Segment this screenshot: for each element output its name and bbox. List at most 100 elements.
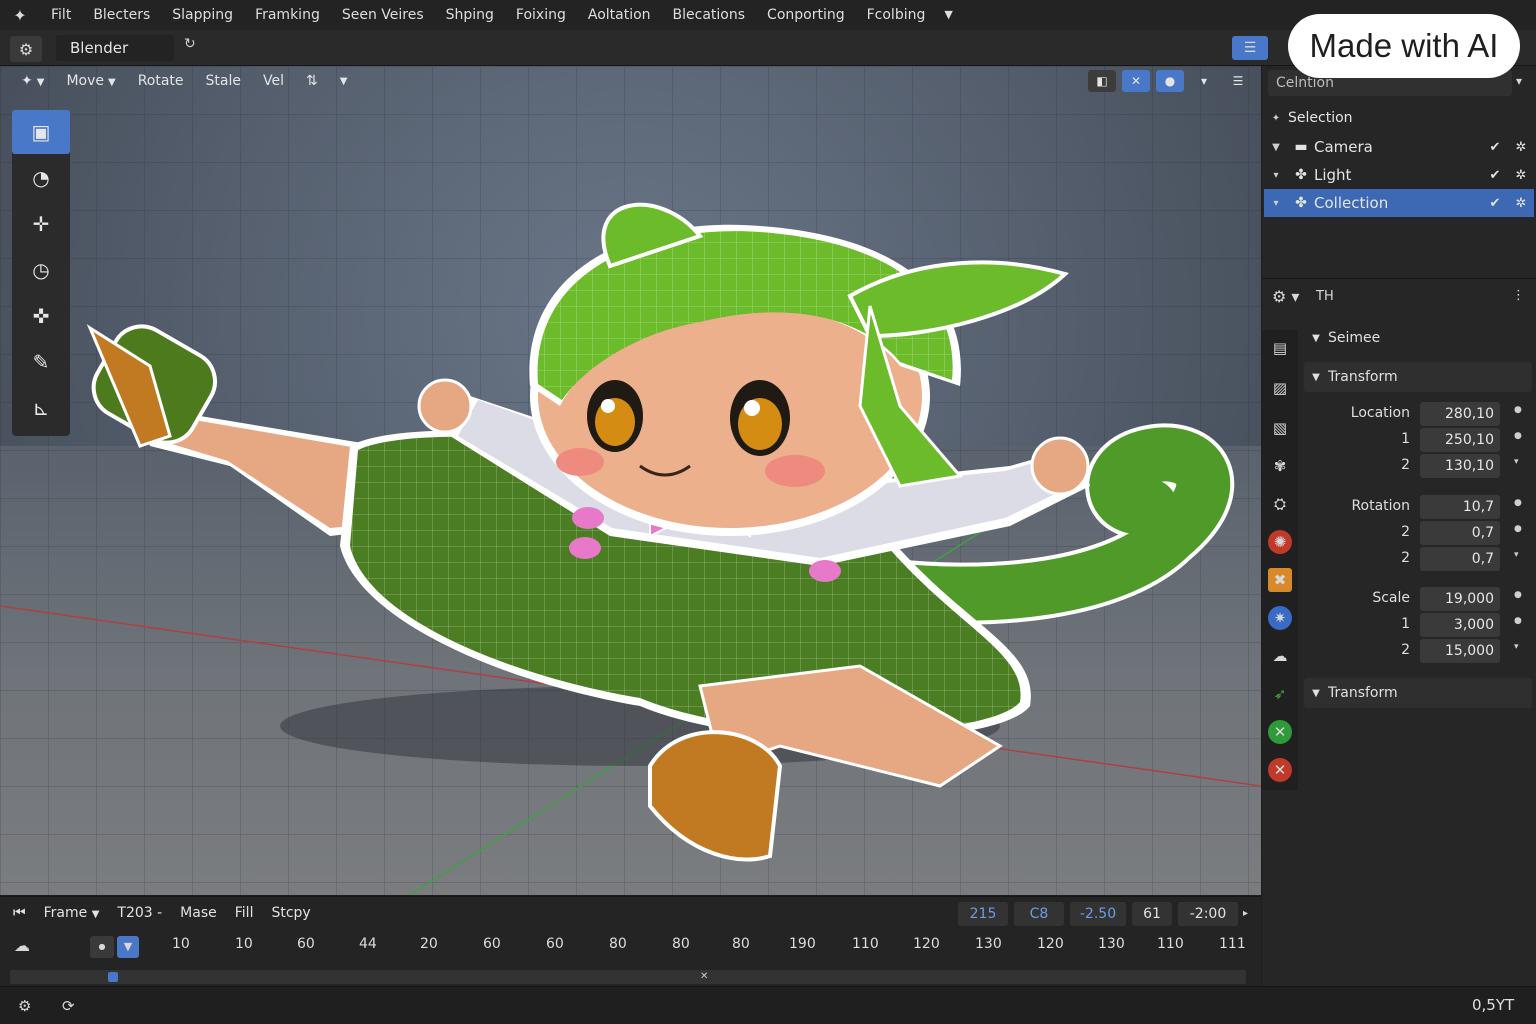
fps-field[interactable]: -2:00 — [1178, 902, 1238, 926]
output-tab-icon[interactable]: ▧ — [1268, 416, 1292, 440]
rotate-tool-icon[interactable]: ◷ — [12, 248, 70, 292]
end-frame-field[interactable]: -2.50 — [1070, 902, 1126, 926]
menu-item-fcolbing[interactable]: Fcolbing — [856, 0, 937, 30]
mode-select-icon[interactable]: ✦ ▼ — [10, 73, 55, 89]
solid-shading-icon[interactable]: ● — [1156, 70, 1184, 92]
status-settings-icon[interactable]: ⚙ — [18, 997, 31, 1015]
menu-item-foixing[interactable]: Foixing — [505, 0, 577, 30]
location-y-field[interactable]: 250,10 — [1420, 428, 1500, 452]
menu-more-icon[interactable]: ▼ — [936, 0, 960, 30]
keyframe-icon[interactable]: ● — [1514, 616, 1522, 626]
properties-editor-icon[interactable]: ⚙ ▾ — [1272, 287, 1299, 306]
move-tool-icon[interactable]: ✛ — [12, 202, 70, 246]
world-tab-icon[interactable]: ✺ — [1268, 530, 1292, 554]
timeline-editor-icon[interactable]: ⏮ — [4, 905, 35, 921]
constraints-tab-icon[interactable]: ✕ — [1268, 720, 1292, 744]
properties-options-icon[interactable]: ⋮ — [1512, 288, 1525, 303]
menu-item-seen-veires[interactable]: Seen Veires — [331, 0, 435, 30]
visibility-check-icon[interactable]: ✔ — [1482, 168, 1508, 183]
expand-arrow-icon[interactable]: ▼ — [1264, 142, 1288, 153]
measure-tool-icon[interactable]: ⊾ — [12, 386, 70, 430]
playback-icon[interactable]: ☁ — [14, 936, 30, 955]
keyframe-icon[interactable]: ▾ — [1514, 457, 1519, 467]
render-tab-icon[interactable]: ▨ — [1268, 376, 1292, 400]
app-name-field[interactable]: Blender — [56, 35, 174, 61]
refresh-icon[interactable]: ↻ — [184, 36, 196, 52]
timeline-menu-fill[interactable]: Fill — [226, 905, 263, 921]
blender-logo-icon[interactable]: ✦ — [0, 0, 40, 30]
shading-dropdown-icon[interactable]: ▾ — [1190, 70, 1218, 92]
xray-toggle-icon[interactable]: ✕ — [1122, 70, 1150, 92]
menu-vel[interactable]: Vel — [252, 73, 295, 89]
render-toggle-icon[interactable]: ✲ — [1508, 140, 1534, 155]
viewport-more-icon[interactable]: ▼ — [329, 76, 359, 87]
menu-stale[interactable]: Stale — [195, 73, 252, 89]
section-transform-2[interactable]: ▼ Transform — [1304, 678, 1532, 708]
location-z-field[interactable]: 130,10 — [1420, 454, 1500, 478]
location-x-field[interactable]: 280,10 — [1420, 402, 1500, 426]
playhead-indicator[interactable] — [108, 972, 118, 982]
playhead-marker[interactable]: ▼ — [117, 936, 139, 958]
outliner-row-collection[interactable]: ▾ ✤ Collection ✔ ✲ — [1264, 189, 1534, 217]
keyframe-prev-button[interactable]: ● — [90, 936, 114, 958]
outliner-root-row[interactable]: ✦ Selection — [1264, 104, 1534, 132]
outliner-row-light[interactable]: ▾ ✤ Light ✔ ✲ — [1264, 161, 1534, 189]
particles-tab-icon[interactable]: ☁ — [1268, 644, 1292, 668]
menu-item-blecations[interactable]: Blecations — [662, 0, 757, 30]
section-seimee[interactable]: ▼ Seimee — [1304, 323, 1532, 353]
scale-tool-icon[interactable]: ✜ — [12, 294, 70, 338]
scale-x-field[interactable]: 19,000 — [1420, 587, 1500, 611]
keyframe-icon[interactable]: ▾ — [1514, 550, 1519, 560]
expand-arrow-icon[interactable]: ▾ — [1264, 198, 1288, 209]
menu-item-framking[interactable]: Framking — [244, 0, 331, 30]
timeline-scrollbar[interactable]: ✕ — [10, 970, 1246, 984]
keyframe-icon[interactable]: ● — [1514, 590, 1522, 600]
step-field[interactable]: 61 — [1132, 902, 1172, 926]
editor-type-icon[interactable]: ⚙ — [10, 36, 42, 62]
transform-pivot-icon[interactable]: ⇅ — [295, 73, 329, 89]
layout-icon[interactable]: ☰ — [1232, 36, 1268, 60]
current-frame-field[interactable]: 215 — [958, 902, 1008, 926]
visibility-check-icon[interactable]: ✔ — [1482, 196, 1508, 211]
scene-tab-icon[interactable]: ⛭ — [1268, 492, 1292, 516]
keyframe-icon[interactable]: ● — [1514, 498, 1522, 508]
rotation-x-field[interactable]: 10,7 — [1420, 495, 1500, 519]
timeline-menu-stcpy[interactable]: Stcpy — [262, 905, 319, 921]
status-sync-icon[interactable]: ⟳ — [62, 997, 75, 1015]
menu-rotate[interactable]: Rotate — [127, 73, 195, 89]
render-toggle-icon[interactable]: ✲ — [1508, 168, 1534, 183]
view-layer-tab-icon[interactable]: ✾ — [1268, 454, 1292, 478]
data-tab-icon[interactable]: ✕ — [1268, 758, 1292, 782]
timeline-more-icon[interactable]: ▸ — [1243, 908, 1248, 919]
object-tab-icon[interactable]: ✖ — [1268, 568, 1292, 592]
timeline-menu-mase[interactable]: Mase — [171, 905, 226, 921]
annotate-tool-icon[interactable]: ✎ — [12, 340, 70, 384]
outliner-filter-icon[interactable]: ▾ — [1516, 74, 1522, 88]
menu-item-slapping[interactable]: Slapping — [161, 0, 244, 30]
3d-viewport[interactable] — [0, 66, 1261, 895]
scrollbar-grip-icon[interactable]: ✕ — [700, 971, 716, 983]
scale-z-field[interactable]: 15,000 — [1420, 639, 1500, 663]
keyframe-icon[interactable]: ● — [1514, 405, 1522, 415]
rotation-z-field[interactable]: 0,7 — [1420, 547, 1500, 571]
menu-item-conporting[interactable]: Conporting — [756, 0, 856, 30]
timeline-menu-t203[interactable]: T203 - — [108, 905, 171, 921]
modifier-tab-icon[interactable]: ✷ — [1268, 606, 1292, 630]
section-transform[interactable]: ▼ Transform — [1304, 362, 1532, 392]
expand-arrow-icon[interactable]: ▾ — [1264, 170, 1288, 181]
keyframe-icon[interactable]: ▾ — [1514, 642, 1519, 652]
keyframe-icon[interactable]: ● — [1514, 431, 1522, 441]
menu-item-shping[interactable]: Shping — [435, 0, 505, 30]
rotation-y-field[interactable]: 0,7 — [1420, 521, 1500, 545]
render-toggle-icon[interactable]: ✲ — [1508, 196, 1534, 211]
overlay-toggle-icon[interactable]: ◧ — [1088, 70, 1116, 92]
menu-item-aoltation[interactable]: Aoltation — [577, 0, 662, 30]
start-frame-field[interactable]: C8 — [1014, 902, 1064, 926]
outliner-row-camera[interactable]: ▼ ▬ Camera ✔ ✲ — [1264, 133, 1534, 161]
physics-tab-icon[interactable]: ➶ — [1268, 682, 1292, 706]
menu-move[interactable]: Move ▼ — [55, 73, 126, 89]
keyframe-icon[interactable]: ● — [1514, 524, 1522, 534]
visibility-check-icon[interactable]: ✔ — [1482, 140, 1508, 155]
tool-tab-icon[interactable]: ▤ — [1268, 336, 1292, 360]
scale-y-field[interactable]: 3,000 — [1420, 613, 1500, 637]
